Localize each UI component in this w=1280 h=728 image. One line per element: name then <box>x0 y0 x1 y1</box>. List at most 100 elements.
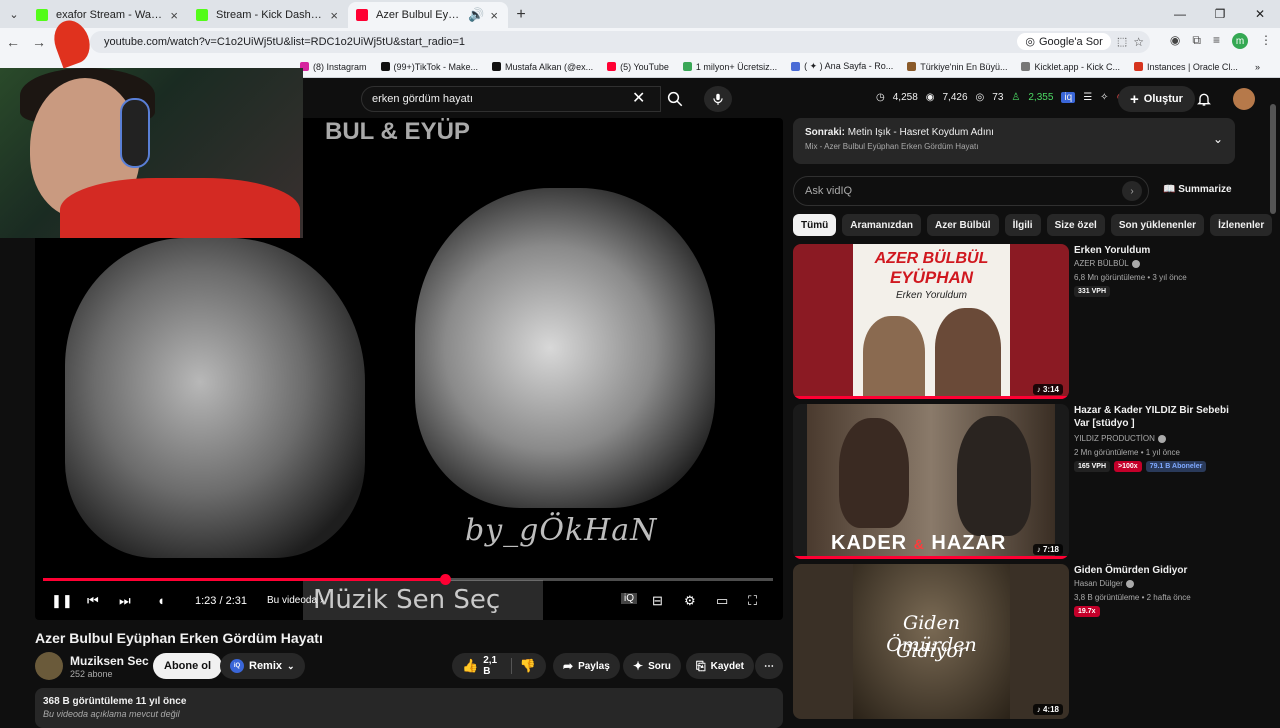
search-button[interactable] <box>661 86 689 112</box>
tab-close-icon[interactable]: × <box>490 8 498 23</box>
extension-icon[interactable]: ◉ <box>1170 33 1180 49</box>
description-box[interactable]: 368 B görüntüleme 11 yıl önce Bu videoda… <box>35 688 783 728</box>
chip-watched[interactable]: İzlenenler <box>1210 214 1273 236</box>
voice-search-button[interactable] <box>704 86 732 112</box>
thumbnail-text: Gidiyor <box>896 640 967 662</box>
subtitles-icon[interactable]: ⊟ <box>652 593 663 609</box>
chip-artist[interactable]: Azer Bülbül <box>927 214 999 236</box>
tab-search-icon[interactable]: ⌄ <box>0 0 28 28</box>
speaker-icon[interactable]: 🔊 <box>468 7 484 23</box>
video-thumbnail[interactable]: Giden Ömürden Gidiyor ♪ 4:18 <box>793 564 1069 719</box>
restore-icon[interactable]: ❐ <box>1200 0 1240 28</box>
bookmark-label: Mustafa Alkan (@ex... <box>504 61 594 72</box>
tab-close-icon[interactable]: × <box>170 8 178 23</box>
create-button[interactable]: + Oluştur <box>1118 86 1195 112</box>
bookmark-item[interactable]: ( ✦ ) Ana Sayfa - Ro... <box>791 61 893 72</box>
rec-channel[interactable]: AZER BÜLBÜL <box>1074 259 1140 268</box>
back-icon[interactable]: ← <box>0 34 26 50</box>
chapter-button[interactable]: Bu videoda › <box>267 595 323 606</box>
roblox-icon <box>791 62 801 71</box>
thumbnail-text: KADER <box>831 532 908 554</box>
close-window-icon[interactable]: ✕ <box>1240 0 1280 28</box>
media-icon[interactable]: ≡ <box>1213 33 1220 49</box>
list-item[interactable]: KADER & HAZAR ♪ 7:18 Hazar & Kader YILDI… <box>793 404 1253 559</box>
address-bar[interactable]: youtube.com/watch?v=C1o2UiWj5tU&list=RDC… <box>90 31 1150 53</box>
chevron-down-icon[interactable]: ⌄ <box>1213 132 1223 146</box>
pause-icon[interactable]: ❚❚ <box>51 593 73 609</box>
list-icon[interactable]: ☰ <box>1083 92 1092 103</box>
webcam-shirt <box>60 178 300 238</box>
vidiq-icon[interactable]: iq <box>1061 92 1076 103</box>
account-avatar[interactable] <box>1233 88 1255 110</box>
progress-knob[interactable] <box>439 574 451 585</box>
more-icon: ⋯ <box>764 660 774 672</box>
tiktok-icon <box>380 62 390 71</box>
forward-icon[interactable]: → <box>26 34 52 50</box>
subscribe-button[interactable]: Abone ol <box>153 653 223 679</box>
bookmark-item[interactable]: Instances | Oracle Cl... <box>1134 62 1238 72</box>
previous-icon[interactable]: ⏮ <box>87 593 99 609</box>
bookmark-item[interactable]: (99+)TikTok - Make... <box>380 62 478 72</box>
list-item[interactable]: Giden Ömürden Gidiyor ♪ 4:18 Giden Ömürd… <box>793 564 1253 719</box>
search-input[interactable]: erken gördüm hayatı <box>361 86 661 112</box>
chip-for-you[interactable]: Size özel <box>1046 214 1105 236</box>
rec-channel[interactable]: Hasan Dülger <box>1074 579 1134 588</box>
theater-icon[interactable]: ▭ <box>716 593 728 609</box>
bookmarks-overflow-icon[interactable]: » <box>1255 62 1260 72</box>
google-ask-button[interactable]: ◎ Google'a Sor <box>1017 33 1111 50</box>
summarize-button[interactable]: 📖 Summarize <box>1163 184 1232 195</box>
puzzle-icon[interactable]: ⧉ <box>1192 33 1201 49</box>
browser-tab-2[interactable]: Stream - Kick Dashboard × <box>188 2 348 28</box>
bookmark-item[interactable]: Mustafa Alkan (@ex... <box>491 61 594 72</box>
browser-tab-3[interactable]: Azer Bulbul Eyüphan Erken 🔊 × <box>348 2 508 28</box>
ask-vidiq-input[interactable]: Ask vidIQ › <box>793 176 1149 206</box>
notifications-button[interactable] <box>1196 90 1212 113</box>
fullscreen-icon[interactable]: ⛶ <box>748 593 757 609</box>
kebab-menu-icon[interactable]: ⋮ <box>1260 33 1272 49</box>
bookmark-item[interactable]: 1 milyon+ Ücretsiz... <box>682 62 777 72</box>
vidiq-player-icon[interactable]: iQ <box>621 593 637 604</box>
bookmark-star-icon[interactable]: ☆ <box>1133 35 1144 49</box>
visibility-icon: ◎ <box>975 92 985 103</box>
remix-button[interactable]: iQ Remix ⌄ <box>220 653 305 679</box>
channel-name[interactable]: Muziksen Sec <box>70 654 149 668</box>
settings-gear-icon[interactable]: ⚙ <box>684 593 696 609</box>
install-icon[interactable]: ⬚ <box>1117 35 1127 48</box>
browser-tab-1[interactable]: exafor Stream - Watch Live on K × <box>28 2 188 28</box>
chip-from-search[interactable]: Aramanızdan <box>842 214 922 236</box>
tab-close-icon[interactable]: × <box>330 8 338 23</box>
more-actions-button[interactable]: ⋯ <box>755 653 783 679</box>
volume-icon[interactable]: ◖ <box>157 593 165 608</box>
progress-bar[interactable] <box>43 574 773 585</box>
omnibox-actions: ◎ Google'a Sor ⬚ ☆ <box>1017 33 1144 50</box>
minimize-icon[interactable]: — <box>1160 0 1200 28</box>
list-item[interactable]: AZER BÜLBÜL EYÜPHAN Erken Yoruldum ♪ 3:1… <box>793 244 1253 399</box>
profile-avatar[interactable]: m <box>1232 33 1248 49</box>
kick-favicon-icon <box>196 9 208 21</box>
tools-icon[interactable]: ✧ <box>1100 92 1108 103</box>
video-thumbnail[interactable]: KADER & HAZAR ♪ 7:18 <box>793 404 1069 559</box>
rec-channel[interactable]: YILDIZ PRODUCTİON <box>1074 434 1166 443</box>
thumbs-down-icon[interactable]: 👎 <box>510 658 536 674</box>
channel-avatar[interactable] <box>35 652 63 680</box>
bookmark-item[interactable]: Türkiye'nin En Büyü... <box>907 62 1007 72</box>
new-tab-button[interactable]: + <box>508 2 534 28</box>
chip-related[interactable]: İlgili <box>1004 214 1041 236</box>
book-icon: 📖 <box>1163 184 1176 195</box>
like-button[interactable]: 👍 2,1 B 👎 <box>452 653 546 679</box>
playlist-next-up[interactable]: Sonraki: Metin Işık - Hasret Koydum Adın… <box>793 118 1235 164</box>
chip-all[interactable]: Tümü <box>793 214 837 236</box>
chevron-right-icon[interactable]: › <box>1122 181 1142 201</box>
bookmark-item[interactable]: Kicklet.app - Kick C... <box>1021 62 1120 72</box>
video-thumbnail[interactable]: AZER BÜLBÜL EYÜPHAN Erken Yoruldum ♪ 3:1… <box>793 244 1069 399</box>
save-button[interactable]: ⎘ Kaydet <box>686 653 754 679</box>
ask-button[interactable]: ✦ Soru <box>623 653 681 679</box>
view-count-date: 368 B görüntüleme 11 yıl önce <box>43 696 187 707</box>
page-scrollbar[interactable] <box>1270 104 1276 214</box>
bookmark-item[interactable]: (5) YouTube <box>607 62 669 72</box>
next-icon[interactable]: ⏭ <box>119 593 131 609</box>
bookmark-item[interactable]: (8) Instagram <box>300 62 367 72</box>
clear-search-icon[interactable]: ✕ <box>632 88 645 108</box>
share-button[interactable]: ➦ Paylaş <box>553 653 620 679</box>
chip-recent[interactable]: Son yüklenenler <box>1110 214 1205 236</box>
